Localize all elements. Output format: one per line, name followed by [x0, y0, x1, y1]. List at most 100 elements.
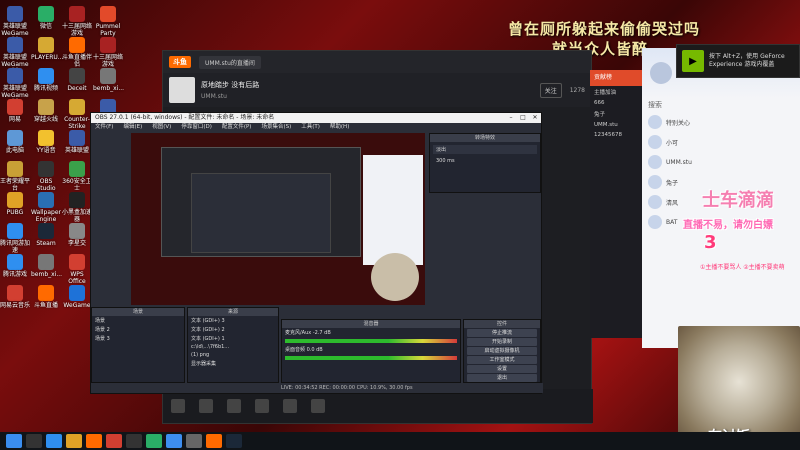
- control-button[interactable]: 开始录制: [467, 338, 537, 346]
- gift-icon[interactable]: [227, 399, 241, 413]
- app-taskbar-icon[interactable]: [106, 434, 122, 448]
- start-button[interactable]: [6, 434, 22, 448]
- desktop-icon[interactable]: bemb_xi...: [31, 254, 62, 278]
- desktop-icon[interactable]: YY语音: [31, 130, 61, 154]
- desktop-icon[interactable]: Steam: [31, 223, 61, 247]
- desktop-icon-label: 腾讯游戏: [2, 271, 27, 278]
- desktop-icon[interactable]: 穿越火线: [31, 99, 61, 123]
- scene-item[interactable]: 场景 2: [92, 325, 184, 334]
- source-item[interactable]: 文本 (GDI+) 3: [188, 316, 278, 325]
- obs-menu-item[interactable]: 场景集合(S): [261, 123, 291, 132]
- obs-menu-item[interactable]: 视图(V): [152, 123, 171, 132]
- search-icon[interactable]: [26, 434, 42, 448]
- desktop-icon[interactable]: Pummel Party: [93, 6, 123, 37]
- desktop-icon[interactable]: 网易云音乐: [0, 285, 30, 309]
- obs-taskbar-icon[interactable]: [126, 434, 142, 448]
- desktop-icon-label: PUBG: [6, 209, 24, 216]
- gift-icon[interactable]: [311, 399, 325, 413]
- desktop-icon[interactable]: 斗鱼直播: [31, 285, 61, 309]
- source-item[interactable]: 文本 (GDI+) 1: [188, 334, 278, 343]
- desktop-icon[interactable]: WeGame: [62, 285, 92, 309]
- desktop-icon[interactable]: 英雄联盟: [62, 130, 92, 154]
- streamer-avatar[interactable]: [169, 77, 195, 103]
- desktop-icon[interactable]: 十三届网络游戏: [93, 37, 123, 68]
- desktop-icon[interactable]: PUBG: [0, 192, 30, 216]
- gift-icon[interactable]: [199, 399, 213, 413]
- obs-titlebar: OBS 27.0.1 (64-bit, windows) - 配置文件: 未命名…: [91, 113, 541, 123]
- obs-menu-item[interactable]: 帮助(H): [330, 123, 349, 132]
- desktop-icon[interactable]: 斗鱼直播伴侣: [62, 37, 92, 68]
- control-button[interactable]: 退出: [467, 374, 537, 382]
- source-item[interactable]: 显示器采集: [188, 359, 278, 368]
- desktop-icon[interactable]: 李星交: [62, 223, 92, 247]
- control-button[interactable]: 工作室模式: [467, 356, 537, 364]
- volume-meter[interactable]: [285, 356, 457, 360]
- desktop-icon[interactable]: WPS Office: [62, 254, 92, 285]
- desktop-icon[interactable]: 网易: [0, 99, 30, 123]
- app-icon: [38, 161, 54, 177]
- explorer-icon[interactable]: [66, 434, 82, 448]
- gift-icon[interactable]: [255, 399, 269, 413]
- douyu-taskbar-icon[interactable]: [86, 434, 102, 448]
- desktop-icon-label: 微信: [39, 23, 52, 30]
- avatar[interactable]: [650, 62, 672, 84]
- follow-button[interactable]: 关注: [539, 82, 562, 98]
- obs-menu-item[interactable]: 编辑(E): [123, 123, 142, 132]
- contact-row[interactable]: 特别关心: [642, 112, 800, 132]
- contact-row[interactable]: UMM.stu: [642, 152, 800, 172]
- desktop-icon[interactable]: Wallpaper Engine: [31, 192, 61, 223]
- desktop-icon[interactable]: PLAYERU...: [31, 37, 63, 61]
- obs-preview[interactable]: [131, 133, 425, 305]
- transition-duration[interactable]: 300 ms: [433, 157, 537, 165]
- desktop-icon[interactable]: 小黑盒加速器: [62, 192, 92, 223]
- source-item[interactable]: 文本 (GDI+) 2: [188, 325, 278, 334]
- scene-item[interactable]: 场景: [92, 316, 184, 325]
- steam-taskbar-icon[interactable]: [226, 434, 242, 448]
- desktop-icon[interactable]: 此电脑: [0, 130, 30, 154]
- source-item[interactable]: (1) png: [188, 351, 278, 359]
- desktop-icon[interactable]: 十三届网络游戏: [62, 6, 92, 37]
- wechat-taskbar-icon[interactable]: [146, 434, 162, 448]
- mixer-dock: 混音器 麦克风/Aux -2.7 dB 桌面音频 0.0 dB: [281, 319, 461, 383]
- nvidia-toast[interactable]: ▶ 按下 Alt+Z，使用 GeForce Experience 游戏内覆盖: [676, 44, 800, 78]
- minimize-icon[interactable]: –: [505, 113, 517, 123]
- desktop-icon-label: Counter-Strike: [64, 116, 90, 130]
- scene-item[interactable]: 场景 3: [92, 334, 184, 343]
- source-item[interactable]: c:\ld\...\7f6b1...: [188, 343, 278, 351]
- maximize-icon[interactable]: □: [517, 113, 529, 123]
- douyu-tab[interactable]: UMM.stu的直播间: [199, 55, 261, 69]
- desktop-icon[interactable]: Deceit: [62, 68, 92, 92]
- obs-menu-item[interactable]: 配置文件(P): [222, 123, 252, 132]
- desktop-icon[interactable]: OBS Studio: [31, 161, 61, 192]
- qq-taskbar-icon[interactable]: [166, 434, 182, 448]
- contact-name: 兔子: [666, 179, 679, 187]
- contact-row[interactable]: 小可: [642, 132, 800, 152]
- gift-icon[interactable]: [283, 399, 297, 413]
- desktop-icon[interactable]: 王者荣耀平台: [0, 161, 30, 192]
- gift-icon[interactable]: [171, 399, 185, 413]
- desktop-icon[interactable]: 腾讯视频: [31, 68, 61, 92]
- qq-search[interactable]: 搜索: [642, 98, 800, 112]
- room-title: 原地踏步 没有后路: [201, 81, 260, 89]
- desktop-icon[interactable]: bemb_xi...: [93, 68, 124, 92]
- obs-menu-item[interactable]: 停靠窗口(D): [181, 123, 212, 132]
- desktop-icon[interactable]: 腾讯网游加速: [0, 223, 30, 254]
- desktop-icon[interactable]: 腾讯游戏: [0, 254, 30, 278]
- obs-menu-item[interactable]: 工具(T): [301, 123, 320, 132]
- control-button[interactable]: 设置: [467, 365, 537, 373]
- control-button[interactable]: 启动虚拟摄像机: [467, 347, 537, 355]
- volume-meter[interactable]: [285, 339, 457, 343]
- app-taskbar-icon[interactable]: [206, 434, 222, 448]
- desktop-icon[interactable]: 360安全卫士: [62, 161, 92, 192]
- close-icon[interactable]: ✕: [529, 113, 541, 123]
- desktop-icon[interactable]: Counter-Strike: [62, 99, 92, 130]
- douyu-logo: 斗鱼: [169, 56, 191, 68]
- obs-menu-item[interactable]: 文件(F): [95, 123, 113, 132]
- desktop-icon[interactable]: 微信: [31, 6, 61, 30]
- taskview-icon[interactable]: [46, 434, 62, 448]
- overlay-brand: 士车滴滴: [702, 190, 774, 211]
- control-button[interactable]: 停止推流: [467, 329, 537, 337]
- app-taskbar-icon[interactable]: [186, 434, 202, 448]
- transition-select[interactable]: 淡出: [433, 145, 537, 154]
- overlay-number: 3: [704, 232, 717, 253]
